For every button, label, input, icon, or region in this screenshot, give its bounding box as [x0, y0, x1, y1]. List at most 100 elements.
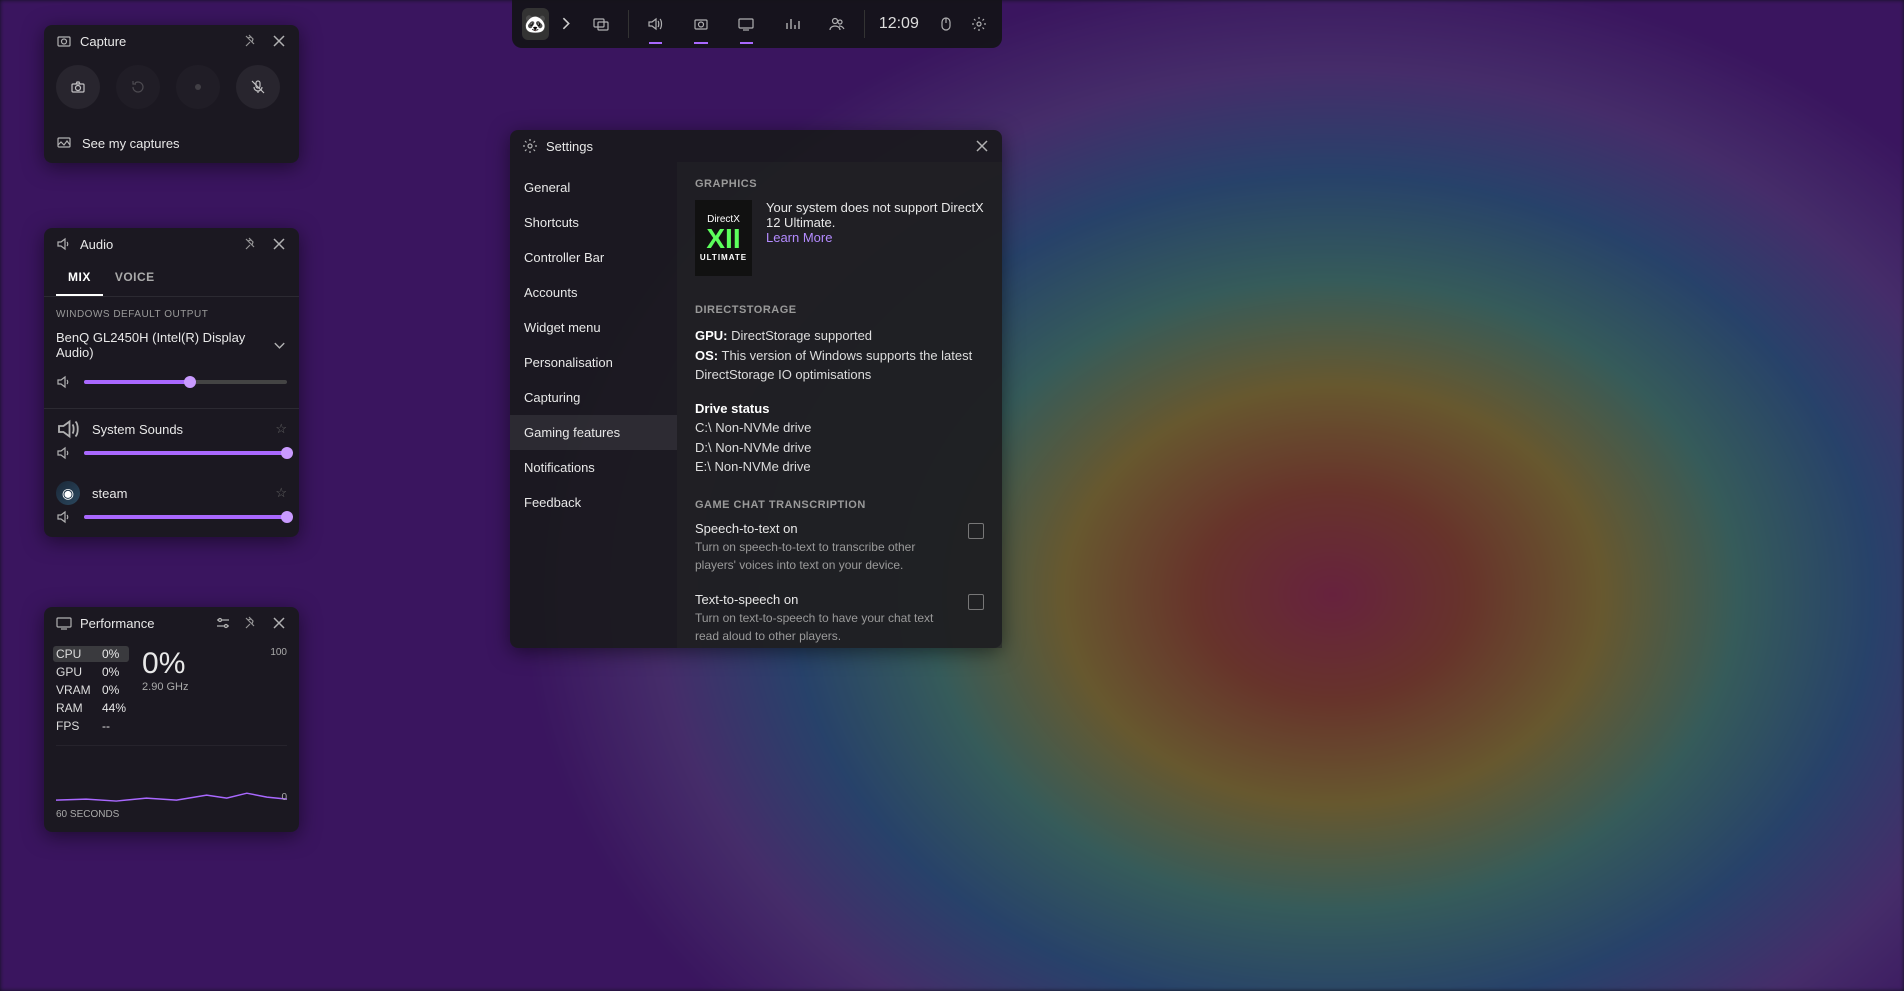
audio-app-name: System Sounds [92, 422, 183, 437]
perf-stat-row[interactable]: RAM44% [56, 701, 126, 715]
performance-footer: 60 SECONDS [44, 805, 299, 832]
chevron-down-icon [272, 337, 287, 353]
favorite-star-icon[interactable]: ☆ [275, 421, 287, 437]
audio-app-name: steam [92, 486, 127, 501]
pin-icon[interactable] [243, 236, 259, 252]
xbox-game-bar-topbar: 🐼 12:09 [512, 0, 1002, 48]
settings-nav-item[interactable]: Shortcuts [510, 205, 677, 240]
output-device-name: BenQ GL2450H (Intel(R) Display Audio) [56, 330, 272, 360]
settings-nav-item[interactable]: Capturing [510, 380, 677, 415]
settings-nav-item[interactable]: Widget menu [510, 310, 677, 345]
xbox-social-button[interactable] [818, 0, 855, 48]
performance-panel: Performance CPU0% GPU0% VRAM0% RAM44% FP… [44, 607, 299, 832]
settings-nav-item[interactable]: General [510, 170, 677, 205]
camera-icon [70, 79, 86, 95]
checkbox-icon [968, 523, 984, 539]
gear-icon [971, 16, 987, 32]
options-icon[interactable] [215, 615, 231, 631]
record-button [176, 65, 220, 109]
monitor-icon [56, 615, 72, 631]
settings-button[interactable] [966, 0, 992, 48]
settings-nav-item[interactable]: Controller Bar [510, 240, 677, 275]
tab-voice[interactable]: VOICE [103, 260, 167, 296]
settings-nav-item[interactable]: Personalisation [510, 345, 677, 380]
speaker-icon[interactable] [56, 445, 72, 461]
resources-button[interactable] [773, 0, 810, 48]
settings-nav: GeneralShortcutsController BarAccountsWi… [510, 162, 677, 648]
perf-stat-row[interactable]: GPU0% [56, 665, 126, 679]
performance-clock: 2.90 GHz [142, 681, 188, 693]
expand-chevron-icon[interactable] [557, 15, 574, 32]
perf-stat-row[interactable]: FPS-- [56, 719, 126, 733]
gallery-icon [56, 135, 72, 151]
record-last-button [116, 65, 160, 109]
close-icon[interactable] [271, 615, 287, 631]
avatar[interactable]: 🐼 [522, 8, 549, 40]
settings-nav-item[interactable]: Notifications [510, 450, 677, 485]
monitor-icon [738, 16, 754, 32]
screenshot-button[interactable] [56, 65, 100, 109]
drive-status-line: C:\ Non-NVMe drive [695, 418, 984, 438]
capture-title: Capture [80, 34, 126, 49]
perf-axis-bottom: 0 [281, 792, 287, 803]
text-to-speech-toggle[interactable]: Text-to-speech on Turn on text-to-speech… [695, 592, 984, 649]
perf-stat-row[interactable]: VRAM0% [56, 683, 126, 697]
graphics-header: GRAPHICS [695, 178, 984, 190]
output-device-dropdown[interactable]: BenQ GL2450H (Intel(R) Display Audio) [44, 326, 299, 370]
checkbox-icon [968, 594, 984, 610]
drive-status-label: Drive status [695, 401, 769, 416]
drive-status-line: D:\ Non-NVMe drive [695, 438, 984, 458]
close-icon[interactable] [974, 138, 990, 154]
perf-axis-top: 100 [205, 647, 288, 733]
learn-more-link[interactable]: Learn More [766, 230, 984, 245]
audio-app-row: ◉ steam ☆ [44, 473, 299, 505]
performance-graph: 0 [56, 745, 287, 805]
close-icon[interactable] [271, 236, 287, 252]
settings-panel: Settings GeneralShortcutsController BarA… [510, 130, 1002, 648]
settings-nav-item[interactable]: Gaming features [510, 415, 677, 450]
audio-app-row: System Sounds ☆ [44, 409, 299, 441]
mouse-icon [938, 16, 954, 32]
speech-to-text-toggle[interactable]: Speech-to-text on Turn on speech-to-text… [695, 521, 984, 574]
favorite-star-icon[interactable]: ☆ [275, 485, 287, 501]
gear-icon [522, 138, 538, 154]
chart-icon [784, 16, 800, 32]
master-volume-slider[interactable] [84, 380, 287, 384]
speaker-icon [56, 417, 80, 441]
speaker-icon [647, 16, 663, 32]
pin-icon[interactable] [243, 615, 259, 631]
close-icon[interactable] [271, 33, 287, 49]
settings-title: Settings [546, 139, 593, 154]
mic-off-icon [250, 79, 266, 95]
speaker-icon[interactable] [56, 374, 72, 390]
people-icon [829, 16, 845, 32]
capture-widget-button[interactable] [682, 0, 719, 48]
output-header: WINDOWS DEFAULT OUTPUT [44, 297, 299, 326]
mouse-button[interactable] [933, 0, 959, 48]
tab-mix[interactable]: MIX [56, 260, 103, 296]
settings-content: GRAPHICS DirectX XII ULTIMATE Your syste… [677, 162, 1002, 648]
audio-title: Audio [80, 237, 113, 252]
performance-stats: CPU0% GPU0% VRAM0% RAM44% FPS-- [56, 647, 126, 733]
performance-title: Performance [80, 616, 154, 631]
mic-toggle-button[interactable] [236, 65, 280, 109]
settings-nav-item[interactable]: Accounts [510, 275, 677, 310]
see-captures-link[interactable]: See my captures [44, 125, 299, 163]
drive-status-line: E:\ Non-NVMe drive [695, 457, 984, 477]
widgets-button[interactable] [582, 0, 619, 48]
directstorage-header: DIRECTSTORAGE [695, 304, 984, 316]
app-volume-slider[interactable] [84, 515, 287, 519]
audio-widget-button[interactable] [637, 0, 674, 48]
record-last-icon [130, 79, 146, 95]
capture-panel: Capture See my captures [44, 25, 299, 163]
perf-stat-row[interactable]: CPU0% [53, 646, 129, 662]
settings-nav-item[interactable]: Feedback [510, 485, 677, 520]
directx-message: Your system does not support DirectX 12 … [766, 200, 984, 230]
capture-icon [56, 33, 72, 49]
speaker-icon[interactable] [56, 509, 72, 525]
pin-icon[interactable] [243, 33, 259, 49]
app-volume-slider[interactable] [84, 451, 287, 455]
see-captures-label: See my captures [82, 136, 180, 151]
capture-icon [693, 16, 709, 32]
performance-widget-button[interactable] [728, 0, 765, 48]
